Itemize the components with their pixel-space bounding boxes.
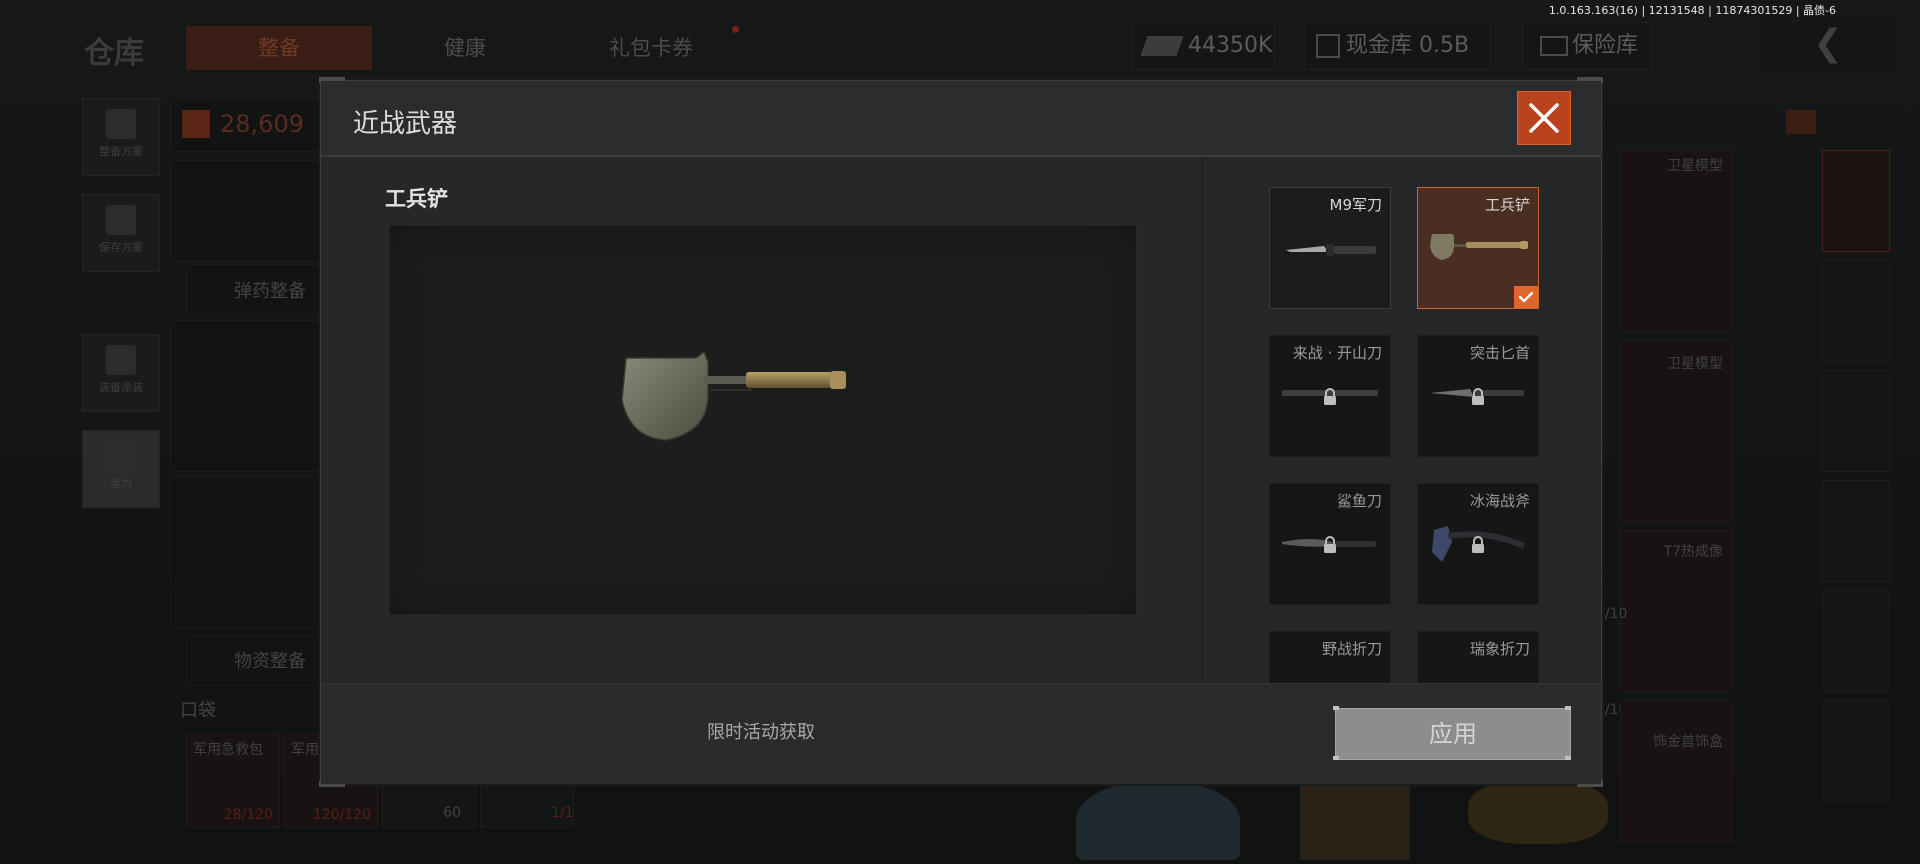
layers-icon[interactable]	[1786, 110, 1816, 134]
lock-icon	[1324, 388, 1336, 405]
lock-icon	[1472, 388, 1484, 405]
storage-cell-label: 卫星模型	[1667, 356, 1723, 372]
armor-icon	[182, 110, 210, 138]
apply-button[interactable]: 应用	[1335, 708, 1571, 760]
necklace-artifact	[1468, 780, 1608, 844]
weapon-card-ice-axe[interactable]: 冰海战斧	[1417, 483, 1539, 605]
tab-gift-coupons[interactable]: 礼包卡券	[558, 26, 744, 70]
weapon-card-field-folding-knife[interactable]: 野战折刀	[1269, 631, 1391, 683]
knife-image	[1286, 244, 1376, 256]
equip-slot-3[interactable]	[170, 476, 324, 628]
vase-artifact	[1300, 780, 1410, 860]
version-info: 1.0.163.163(16) | 12131548 | 11874301529…	[1548, 4, 1836, 17]
storage-cell[interactable]: 卫星模型	[1620, 340, 1732, 522]
lock-icon	[1324, 536, 1336, 553]
power-value: 28,609	[220, 110, 304, 138]
weapon-preview[interactable]	[389, 225, 1137, 615]
weapon-card-label: 工兵铲	[1484, 196, 1530, 214]
save-plan-label: 保存方案	[99, 241, 143, 254]
shovel-image	[1430, 234, 1528, 260]
melee-weapon-dialog: 近战武器 工兵铲 M9军刀 工兵铲 来战 · 开山刀 突击匕首 鲨鱼刀 冰海战斧…	[319, 77, 1603, 787]
weapon-card-auspicious-folding-knife[interactable]: 瑞象折刀	[1417, 631, 1539, 683]
equip-slot-2[interactable]	[170, 320, 324, 472]
weapon-card-m9[interactable]: M9军刀	[1269, 187, 1391, 309]
weapon-card-label: 鲨鱼刀	[1336, 492, 1382, 510]
pocket-label: 口袋	[180, 700, 216, 721]
storage-cell-label: T7热成像	[1663, 544, 1723, 560]
pocket-item-count: 1/1	[551, 805, 574, 821]
banknote-icon	[1140, 36, 1184, 56]
tab-health[interactable]: 健康	[372, 26, 558, 70]
storage-cell-label: 卫星模型	[1667, 158, 1723, 174]
pocket-item-name: 军用急救包	[193, 742, 263, 758]
close-icon	[1529, 103, 1559, 133]
corner-accent	[1565, 706, 1571, 710]
lock-icon	[1472, 536, 1484, 553]
selected-item-name: 工兵铲	[385, 187, 448, 211]
skin-button[interactable]: 装备涂装	[82, 334, 160, 412]
cash-vault-icon	[1316, 34, 1340, 58]
currency-amount: 44350K	[1188, 33, 1273, 58]
weapon-list: M9军刀 工兵铲 来战 · 开山刀 突击匕首 鲨鱼刀 冰海战斧 野战折刀 瑞象折…	[1203, 157, 1601, 683]
dialog-footer: 限时活动获取 应用	[321, 683, 1601, 784]
chevron-left-icon: ❮	[1812, 23, 1844, 64]
loadout-plan-label: 整备方案	[99, 145, 143, 158]
corner-accent	[1333, 706, 1339, 710]
weapon-card-shark-knife[interactable]: 鲨鱼刀	[1269, 483, 1391, 605]
download-icon	[106, 205, 136, 235]
supply-label: 物资整备	[234, 651, 306, 672]
close-button[interactable]	[1517, 91, 1571, 145]
pocket-item[interactable]: 军用急救包 28/120	[186, 734, 280, 828]
preview-pane: 工兵铲	[321, 157, 1201, 681]
gravity-button[interactable]: 重力	[82, 430, 160, 508]
corner-accent	[1565, 756, 1571, 760]
filter-button[interactable]	[1822, 590, 1890, 692]
corner-accent	[1333, 756, 1339, 760]
acquire-hint: 限时活动获取	[707, 722, 815, 743]
filter-button[interactable]	[1822, 260, 1890, 362]
helmet-icon	[106, 345, 136, 375]
teapot-artifact	[1076, 780, 1240, 860]
weapon-card-label: 来战 · 开山刀	[1292, 344, 1382, 362]
weapon-card-label: 瑞象折刀	[1469, 640, 1530, 658]
cash-vault-label: 现金库 0.5B	[1346, 33, 1470, 58]
storage-cell[interactable]: 卫星模型	[1620, 150, 1732, 332]
pocket-item-name: 军用	[291, 742, 319, 758]
pocket-item-count: 28/120	[223, 807, 273, 823]
gravity-label: 重力	[110, 477, 132, 490]
filter-button[interactable]	[1822, 370, 1890, 472]
vest-icon	[106, 109, 136, 139]
page-title: 仓库	[84, 36, 144, 71]
weapon-card-label: 突击匕首	[1469, 344, 1530, 362]
pocket-item-count: 120/120	[312, 807, 371, 823]
weapon-card-machete[interactable]: 来战 · 开山刀	[1269, 335, 1391, 457]
weapon-card-label: 冰海战斧	[1469, 492, 1530, 510]
back-button[interactable]: ❮	[1760, 22, 1896, 68]
equip-slot-1[interactable]	[170, 160, 324, 262]
notification-dot	[732, 26, 739, 33]
shovel-image	[621, 350, 846, 441]
filter-button-active[interactable]	[1822, 150, 1890, 252]
check-icon	[1514, 286, 1538, 308]
dialog-title: 近战武器	[353, 109, 458, 139]
weapon-card-shovel[interactable]: 工兵铲	[1417, 187, 1539, 309]
filter-button[interactable]	[1822, 480, 1890, 582]
storage-cell-label: 饰金首饰盒	[1653, 734, 1723, 750]
save-plan-button[interactable]: 保存方案	[82, 194, 160, 272]
ammo-label: 弹药整备	[234, 281, 306, 302]
loadout-plan-button[interactable]: 整备方案	[82, 98, 160, 176]
weapon-card-label: M9军刀	[1329, 196, 1383, 214]
storage-cell[interactable]: T7热成像	[1620, 530, 1732, 692]
tab-gear[interactable]: 整备	[186, 26, 372, 70]
safe-label: 保险库	[1572, 33, 1639, 58]
weapon-card-assault-dagger[interactable]: 突击匕首	[1417, 335, 1539, 457]
lightning-icon	[106, 441, 136, 471]
skin-label: 装备涂装	[99, 381, 143, 394]
safe-icon	[1540, 36, 1568, 56]
storage-cell[interactable]: 饰金首饰盒	[1620, 700, 1732, 842]
dialog-header: 近战武器	[321, 81, 1601, 157]
filter-button[interactable]	[1822, 700, 1890, 802]
pocket-item-count: 60	[443, 805, 461, 821]
weapon-card-label: 野战折刀	[1321, 640, 1382, 658]
